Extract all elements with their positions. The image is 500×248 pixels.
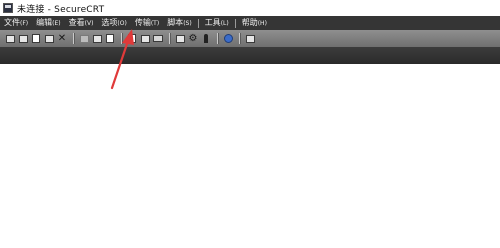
toolbar-separator [217, 33, 218, 44]
toolbar-separator [73, 33, 74, 44]
tab-strip [0, 47, 500, 64]
menu-view-label: 查看 [68, 18, 85, 27]
terminal-area[interactable] [0, 64, 500, 248]
reconnect-icon [44, 34, 54, 43]
help-button[interactable] [222, 33, 234, 45]
disconnect-icon: ✕ [57, 32, 67, 44]
menu-file-label: 文件 [4, 18, 20, 27]
toolbar-separator [239, 33, 240, 44]
menu-view[interactable]: 查看(V) [65, 16, 98, 30]
menu-tools-accel: (L) [220, 20, 229, 27]
session-options-button[interactable] [174, 33, 186, 45]
menu-separator [197, 18, 199, 28]
menu-bar: 文件(F) 编辑(E) 查看(V) 选项(O) 传输(T) 脚本(S) 工具(L… [0, 16, 500, 30]
print-setup-button[interactable] [139, 33, 151, 45]
connect-tab-button[interactable] [30, 33, 42, 45]
connect-icon [5, 34, 15, 43]
menu-file-accel: (F) [20, 20, 29, 27]
menu-separator [234, 18, 236, 28]
help-icon [223, 34, 233, 43]
terminal-icon [245, 34, 255, 43]
global-options-icon: ⚙ [188, 32, 198, 44]
terminal-button[interactable] [244, 33, 256, 45]
toolbar: ✕ ⚙ [0, 30, 500, 47]
paste-button[interactable] [91, 33, 103, 45]
menu-transfer[interactable]: 传输(T) [131, 16, 163, 30]
toolbar-separator [169, 33, 170, 44]
window-title: 未连接 - SecureCRT [17, 4, 105, 15]
menu-edit-accel: (E) [52, 20, 61, 27]
quick-connect-button[interactable] [17, 33, 29, 45]
session-options-icon [175, 34, 185, 43]
menu-file[interactable]: 文件(F) [0, 16, 32, 30]
quick-connect-icon [18, 34, 28, 43]
print-button[interactable] [126, 33, 138, 45]
copy-button[interactable] [78, 33, 90, 45]
connect-tab-icon [32, 34, 40, 43]
menu-script-label: 脚本 [167, 18, 184, 27]
securecrt-app-icon [3, 3, 13, 13]
copy-icon [79, 34, 89, 43]
menu-transfer-accel: (T) [150, 20, 160, 27]
menu-script[interactable]: 脚本(S) [163, 16, 196, 30]
menu-script-accel: (S) [183, 20, 192, 27]
find-button[interactable] [104, 33, 116, 45]
find-icon [106, 34, 114, 43]
menu-options[interactable]: 选项(O) [97, 16, 130, 30]
menu-tools-label: 工具 [204, 18, 221, 27]
menu-help[interactable]: 帮助(H) [238, 16, 271, 30]
print-screen-icon [153, 35, 163, 42]
menu-edit[interactable]: 编辑(E) [32, 16, 64, 30]
global-options-button[interactable]: ⚙ [187, 33, 199, 45]
title-bar: 未连接 - SecureCRT [0, 0, 500, 16]
toolbar-separator [121, 33, 122, 44]
disconnect-button[interactable]: ✕ [56, 33, 68, 45]
menu-options-accel: (O) [117, 20, 127, 27]
print-screen-button[interactable] [152, 33, 164, 45]
print-icon [128, 34, 136, 43]
key-icon [204, 34, 208, 43]
print-setup-icon [140, 34, 150, 43]
menu-edit-label: 编辑 [36, 18, 53, 27]
menu-options-label: 选项 [101, 18, 118, 27]
menu-help-accel: (H) [257, 20, 267, 27]
paste-icon [92, 34, 102, 43]
menu-transfer-label: 传输 [134, 18, 151, 27]
menu-tools[interactable]: 工具(L) [201, 16, 233, 30]
menu-help-label: 帮助 [241, 18, 258, 27]
connect-button[interactable] [4, 33, 16, 45]
key-button[interactable] [200, 33, 212, 45]
reconnect-button[interactable] [43, 33, 55, 45]
menu-view-accel: (V) [84, 20, 94, 27]
